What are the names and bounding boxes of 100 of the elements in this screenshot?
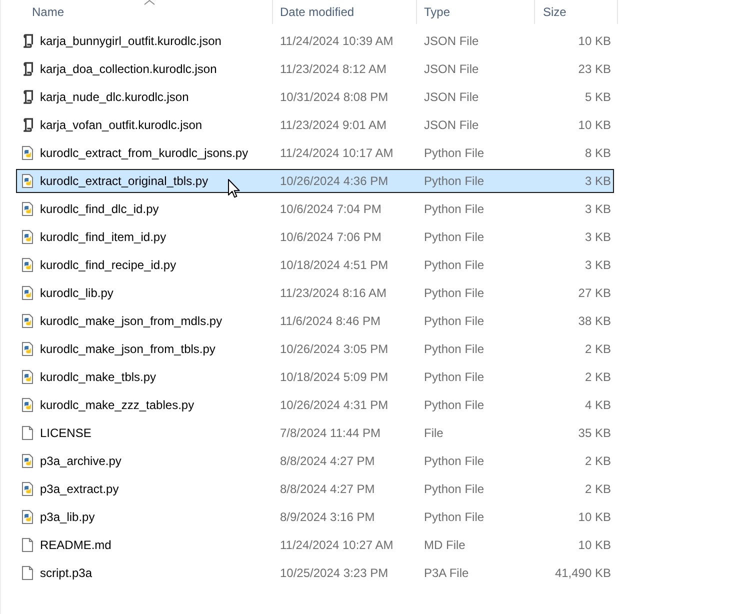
column-header[interactable]: Type (417, 0, 535, 24)
date-modified: 10/6/2024 7:06 PM (279, 230, 382, 244)
date-modified: 10/18/2024 4:51 PM (279, 258, 388, 272)
file-type: Python File (423, 398, 484, 412)
file-row[interactable]: kurodlc_find_recipe_id.py 10/18/2024 4:51 PM Python File 3 KB (16, 253, 614, 277)
file-name: karja_doa_collection.kurodlc.json (40, 62, 217, 76)
file-type: Python File (423, 146, 484, 160)
file-size: 2 KB (584, 370, 611, 384)
column-header[interactable]: Name (1, 0, 273, 24)
python-file-icon (22, 482, 33, 496)
file-row[interactable]: kurodlc_lib.py 11/23/2024 8:16 AM Python File 27 KB (16, 281, 614, 305)
file-size: 38 KB (578, 314, 611, 328)
file-type: Python File (423, 342, 484, 356)
column-header[interactable]: Date modified (273, 0, 417, 24)
file-type: Python File (423, 370, 484, 384)
file-type: MD File (423, 538, 466, 552)
file-row[interactable]: kurodlc_make_json_from_tbls.py 10/26/2024 3:05 PM Python File 2 KB (16, 337, 614, 361)
file-size: 41,490 KB (554, 566, 611, 580)
file-row[interactable]: script.p3a 10/25/2024 3:23 PM P3A File 41,490 KB (16, 561, 614, 585)
date-modified: 8/8/2024 4:27 PM (279, 454, 375, 468)
file-row[interactable]: kurodlc_find_dlc_id.py 10/6/2024 7:04 PM Python File 3 KB (16, 197, 614, 221)
date-modified: 8/8/2024 4:27 PM (279, 482, 375, 496)
file-row[interactable]: kurodlc_make_tbls.py 10/18/2024 5:09 PM Python File 2 KB (16, 365, 614, 389)
file-row[interactable]: README.md 11/24/2024 10:27 AM MD File 10 KB (16, 533, 614, 557)
file-name: kurodlc_extract_original_tbls.py (40, 174, 208, 188)
date-modified: 11/24/2024 10:39 AM (279, 34, 394, 48)
date-modified: 7/8/2024 11:44 PM (279, 426, 381, 440)
file-type: JSON File (423, 62, 479, 76)
date-modified: 10/26/2024 4:31 PM (279, 398, 388, 412)
python-file-icon (22, 342, 33, 356)
python-file-icon (22, 202, 33, 216)
file-row[interactable]: p3a_extract.py 8/8/2024 4:27 PM Python File 2 KB (16, 477, 614, 501)
file-name: script.p3a (40, 566, 92, 580)
date-modified: 10/25/2024 3:23 PM (279, 566, 388, 580)
file-type: Python File (423, 286, 484, 300)
file-size: 8 KB (584, 146, 611, 160)
date-modified: 11/23/2024 8:12 AM (279, 62, 387, 76)
python-file-icon (22, 230, 33, 244)
file-row[interactable]: LICENSE 7/8/2024 11:44 PM File 35 KB (16, 421, 614, 445)
file-size: 10 KB (578, 118, 611, 132)
file-name: karja_bunnygirl_outfit.kurodlc.json (40, 34, 222, 48)
python-file-icon (22, 398, 33, 412)
file-size: 3 KB (584, 258, 611, 272)
file-size: 10 KB (578, 510, 611, 524)
file-row[interactable]: kurodlc_find_item_id.py 10/6/2024 7:06 PM Python File 3 KB (16, 225, 614, 249)
file-type: Python File (423, 314, 484, 328)
file-size: 35 KB (578, 426, 611, 440)
file-row[interactable]: karja_vofan_outfit.kurodlc.json 11/23/2024 9:01 AM JSON File 10 KB (16, 113, 614, 137)
file-name: kurodlc_make_json_from_mdls.py (40, 314, 222, 328)
file-type: Python File (423, 454, 484, 468)
date-modified: 8/9/2024 3:16 PM (279, 510, 375, 524)
file-size: 4 KB (584, 398, 611, 412)
file-type: File (423, 426, 444, 440)
file-name: kurodlc_find_item_id.py (40, 230, 166, 244)
file-type: Python File (423, 510, 484, 524)
python-file-icon (22, 370, 33, 384)
file-name: kurodlc_find_dlc_id.py (40, 202, 159, 216)
file-name: karja_vofan_outfit.kurodlc.json (40, 118, 202, 132)
file-row[interactable]: p3a_archive.py 8/8/2024 4:27 PM Python File 2 KB (16, 449, 614, 473)
python-file-icon (22, 510, 33, 524)
file-type: Python File (423, 174, 484, 188)
file-name: kurodlc_find_recipe_id.py (40, 258, 176, 272)
file-row[interactable]: kurodlc_make_json_from_mdls.py 11/6/2024 8:46 PM Python File 38 KB (16, 309, 614, 333)
date-modified: 10/31/2024 8:08 PM (279, 90, 388, 104)
blank-file-icon (22, 538, 33, 552)
date-modified: 11/24/2024 10:27 AM (279, 538, 394, 552)
file-name: kurodlc_extract_from_kurodlc_jsons.py (40, 146, 248, 160)
file-row[interactable]: karja_bunnygirl_outfit.kurodlc.json 11/24/2024 10:39 AM JSON File 10 KB (16, 29, 614, 53)
python-file-icon (22, 286, 33, 300)
scroll-file-icon (22, 90, 33, 104)
blank-file-icon (22, 566, 33, 580)
file-row[interactable]: p3a_lib.py 8/9/2024 3:16 PM Python File 10 KB (16, 505, 614, 529)
file-type: JSON File (423, 118, 479, 132)
file-name: kurodlc_lib.py (40, 286, 114, 300)
file-type: Python File (423, 482, 484, 496)
file-size: 3 KB (584, 230, 611, 244)
column-header[interactable]: Size (535, 0, 618, 24)
date-modified: 10/18/2024 5:09 PM (279, 370, 388, 384)
file-size: 2 KB (584, 454, 611, 468)
file-size: 2 KB (584, 482, 611, 496)
file-type: JSON File (423, 90, 479, 104)
file-name: kurodlc_make_json_from_tbls.py (40, 342, 216, 356)
file-name: p3a_extract.py (40, 482, 119, 496)
date-modified: 10/26/2024 4:36 PM (279, 174, 388, 188)
file-size: 23 KB (578, 62, 611, 76)
file-row[interactable]: kurodlc_make_zzz_tables.py 10/26/2024 4:31 PM Python File 4 KB (16, 393, 614, 417)
file-name: README.md (40, 538, 112, 552)
file-row[interactable]: karja_nude_dlc.kurodlc.json 10/31/2024 8:08 PM JSON File 5 KB (16, 85, 614, 109)
blank-file-icon (22, 426, 33, 440)
file-row[interactable]: kurodlc_extract_original_tbls.py 10/26/2024 4:36 PM Python File 3 KB (16, 169, 614, 193)
file-type: P3A File (423, 566, 469, 580)
file-size: 3 KB (584, 174, 611, 188)
scroll-file-icon (22, 118, 33, 132)
date-modified: 11/6/2024 8:46 PM (279, 314, 381, 328)
file-row[interactable]: karja_doa_collection.kurodlc.json 11/23/2024 8:12 AM JSON File 23 KB (16, 57, 614, 81)
file-row[interactable]: kurodlc_extract_from_kurodlc_jsons.py 11/24/2024 10:17 AM Python File 8 KB (16, 141, 614, 165)
file-type: Python File (423, 258, 484, 272)
python-file-icon (22, 146, 33, 160)
file-size: 10 KB (578, 538, 611, 552)
python-file-icon (22, 314, 33, 328)
